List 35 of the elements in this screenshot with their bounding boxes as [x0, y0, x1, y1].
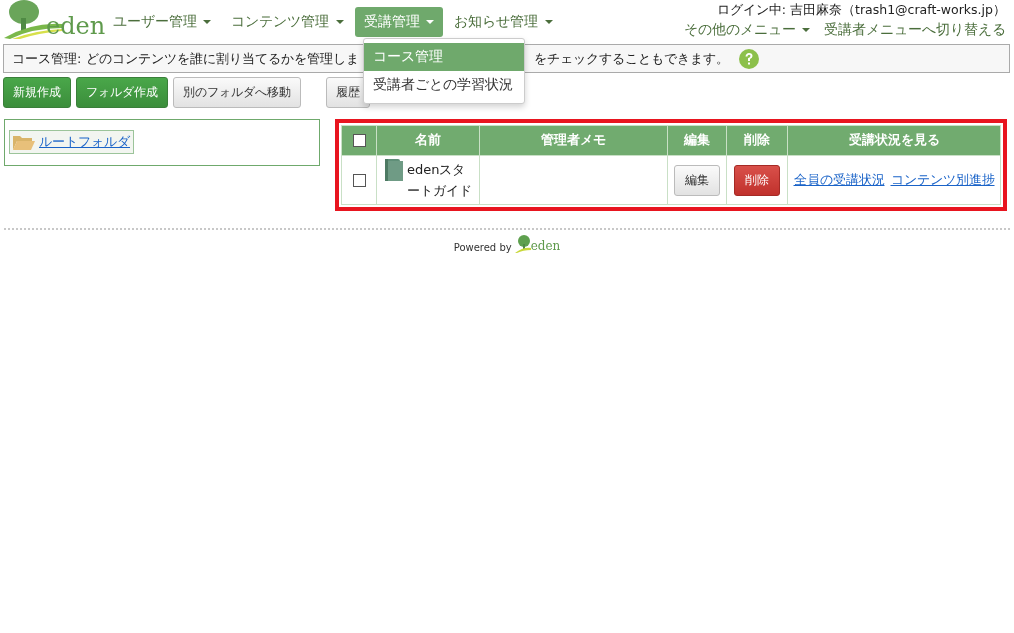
- info-text: コース管理: どのコンテンツを誰に割り当てるかを管理しま: [12, 49, 359, 68]
- toolbar-button[interactable]: フォルダ作成: [76, 77, 168, 108]
- column-header: 削除: [726, 125, 788, 156]
- nav-menu-item[interactable]: コンテンツ管理: [222, 7, 353, 37]
- column-header: 管理者メモ: [479, 125, 668, 156]
- caret-icon: [335, 20, 344, 24]
- folder-link[interactable]: ルートフォルダ: [39, 133, 130, 151]
- row-checkbox[interactable]: [352, 173, 366, 187]
- nav-menu-item[interactable]: ユーザー管理: [104, 7, 221, 37]
- column-header: 名前: [376, 125, 480, 156]
- caret-icon: [802, 28, 810, 32]
- nav-menu-item[interactable]: お知らせ管理: [445, 7, 562, 37]
- footer-logo: eden: [514, 235, 561, 253]
- caret-icon: [203, 20, 212, 24]
- content-name: edenスタートガイド: [407, 161, 473, 200]
- status-link[interactable]: コンテンツ別進捗: [890, 171, 995, 187]
- column-header: 受講状況を見る: [787, 125, 1001, 156]
- login-status: ログイン中: 吉田麻奈（trash1@craft-works.jp）: [716, 2, 1006, 19]
- logo-text: eden: [46, 14, 106, 38]
- folder-item[interactable]: ルートフォルダ: [9, 130, 134, 154]
- select-all-checkbox[interactable]: [352, 134, 366, 147]
- edit-button[interactable]: 編集: [674, 164, 720, 196]
- delete-button[interactable]: 削除: [734, 164, 780, 196]
- other-menu[interactable]: その他のメニュー: [683, 21, 810, 39]
- caret-icon: [544, 20, 553, 24]
- book-icon: [385, 159, 403, 181]
- switch-menu-link[interactable]: 受講者メニューへ切り替える: [824, 21, 1006, 39]
- column-header: 編集: [667, 125, 727, 156]
- status-link[interactable]: 全員の受講状況: [793, 171, 885, 187]
- toolbar-button[interactable]: 新規作成: [3, 77, 71, 108]
- powered-by-text: Powered by: [453, 242, 512, 253]
- caret-icon: [426, 20, 435, 24]
- toolbar-button[interactable]: 別のフォルダへ移動: [173, 77, 301, 108]
- info-text: をチェックすることもできます。: [533, 49, 729, 68]
- folder-icon: [13, 134, 35, 150]
